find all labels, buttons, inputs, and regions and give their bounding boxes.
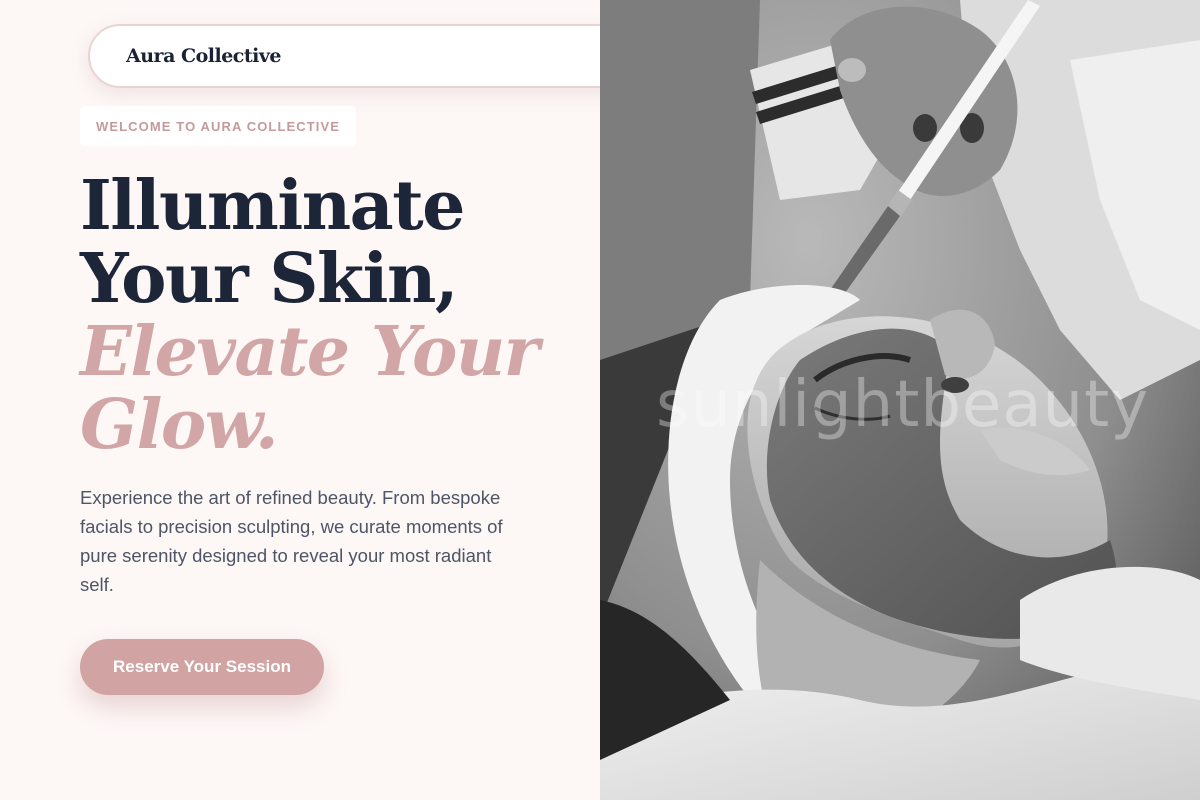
hero-headline: Illuminate Your Skin, Elevate Your Glow.: [80, 170, 580, 462]
welcome-badge: WELCOME TO AURA COLLECTIVE: [80, 106, 357, 146]
hero-section: WELCOME TO AURA COLLECTIVE Illuminate Yo…: [0, 0, 600, 800]
brand-logo-text[interactable]: Aura Collective: [126, 45, 282, 67]
hero-intro-text: Experience the art of refined beauty. Fr…: [80, 487, 503, 595]
headline-line-1: Illuminate: [80, 166, 465, 246]
headline-line-2: Your Skin,: [80, 239, 459, 319]
photo-watermark: sunlightbeauty: [656, 368, 1150, 442]
landing-page: WELCOME TO AURA COLLECTIVE Illuminate Yo…: [0, 0, 1200, 800]
top-navbar: Aura Collective: [88, 24, 648, 88]
headline-line-3: Elevate Your: [80, 312, 540, 392]
hero-photo: sunlightbeauty: [600, 0, 1200, 800]
headline-line-4: Glow.: [80, 385, 279, 465]
reserve-session-button[interactable]: Reserve Your Session: [80, 639, 324, 695]
